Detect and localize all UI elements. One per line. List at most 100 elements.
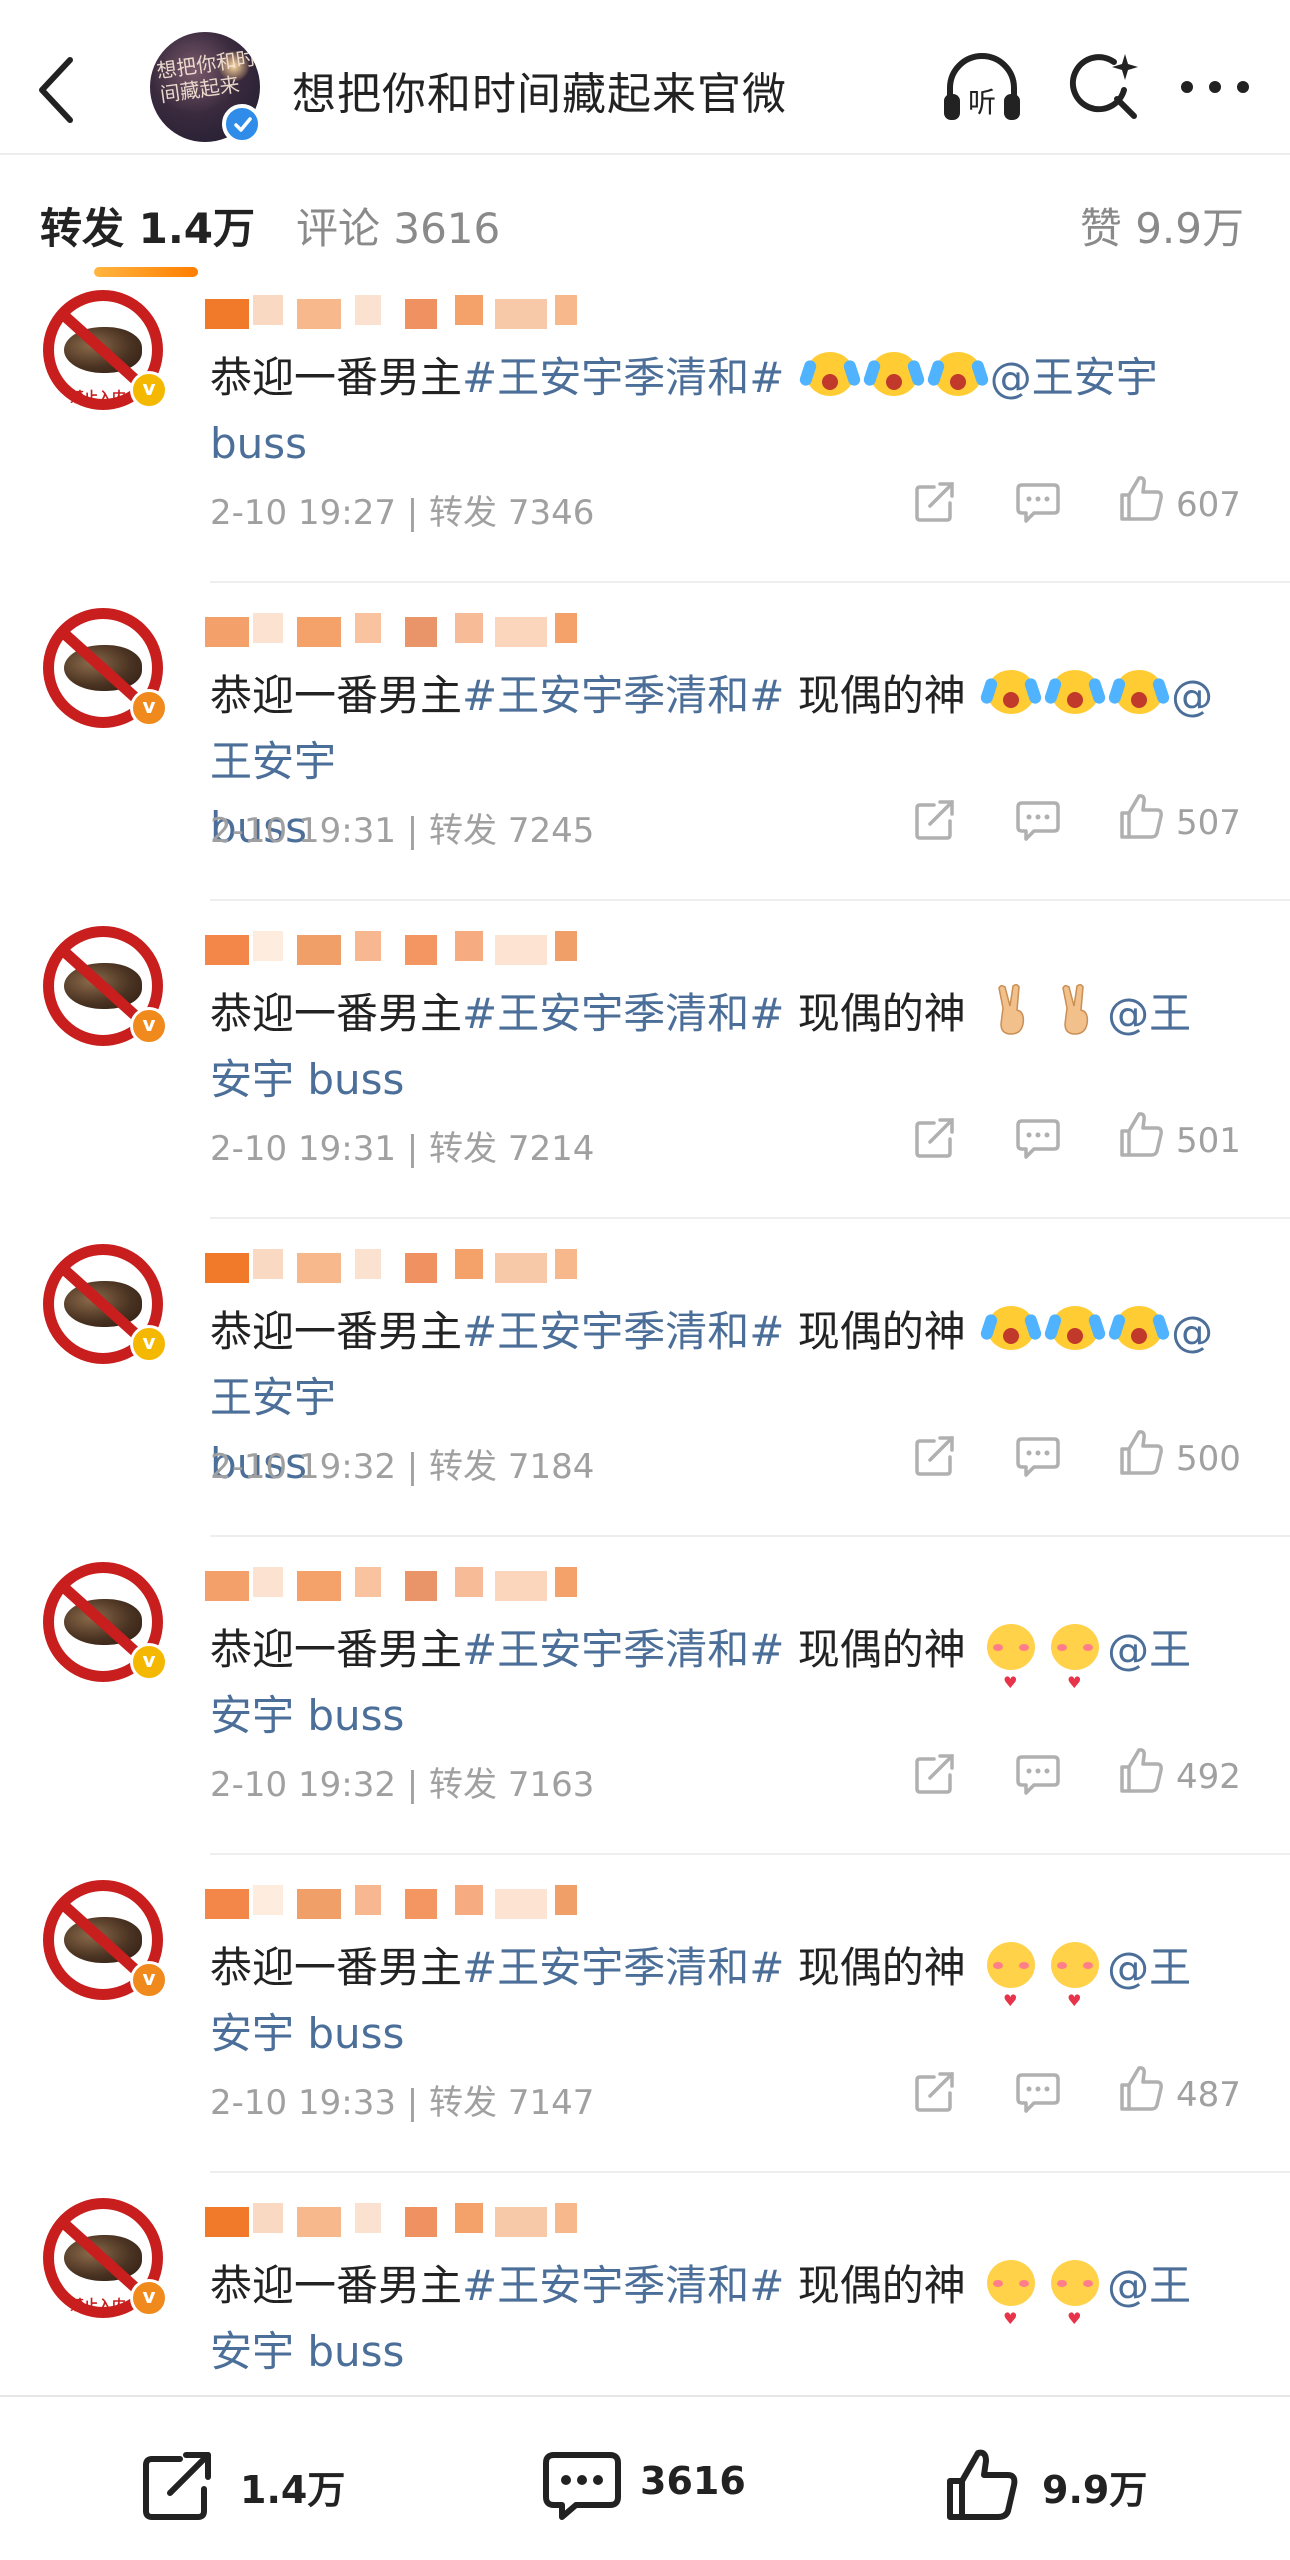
username-mosaic[interactable]: [205, 1565, 605, 1605]
repost-count-label: 转发 7147: [429, 2083, 595, 2123]
like-thumb-icon[interactable]: [1118, 475, 1164, 527]
crying-laughing-emoji-icon: [979, 1300, 1043, 1356]
repost-count-label: 转发 7184: [429, 1447, 595, 1487]
like-thumb-icon[interactable]: [1118, 793, 1164, 845]
share-icon[interactable]: [912, 2069, 958, 2119]
like-thumb-icon[interactable]: [1118, 1747, 1164, 1799]
hashtag-link[interactable]: #王安宇季清和#: [462, 671, 784, 720]
comment-icon[interactable]: [1014, 1753, 1062, 1801]
hashtag-link[interactable]: #王安宇季清和#: [462, 1625, 784, 1674]
like-count: 607: [1176, 485, 1241, 525]
repost-meta: 2-10 19:32 | 转发 7184: [210, 1439, 594, 1488]
hashtag-link[interactable]: #王安宇季清和#: [462, 989, 784, 1038]
repost-time: 2-10 19:33: [210, 2083, 396, 2123]
victory-hand-emoji-icon: [983, 982, 1039, 1038]
mention-link-continued[interactable]: 安宇 buss: [210, 2327, 404, 2376]
comment-icon[interactable]: [1014, 481, 1062, 529]
bottom-like-count: 9.9万: [1042, 2468, 1148, 2512]
repost-item[interactable]: 禁止入内 v 恭迎一番男主#王安宇季清和# @王安宇 buss 2-10 19:27 |…: [0, 285, 1290, 583]
repost-text-suffix: 现偶的神: [784, 2261, 966, 2310]
bottom-like-button[interactable]: 9.9万: [942, 2449, 1202, 2520]
like-thumb-icon[interactable]: [1118, 1111, 1164, 1163]
hashtag-link[interactable]: #王安宇季清和#: [462, 2261, 784, 2310]
bottom-comment-button[interactable]: 3616: [540, 2449, 780, 2520]
comment-icon[interactable]: [1014, 2071, 1062, 2119]
like-thumb-icon[interactable]: [1118, 1429, 1164, 1481]
repost-item[interactable]: v 恭迎一番男主#王安宇季清和# 现偶的神 ♥ ♥ @王 安宇 buss 2-10 19:…: [0, 1537, 1290, 1855]
mention-link-continued[interactable]: buss: [210, 419, 307, 468]
thumbs-up-icon: [947, 2449, 1018, 2520]
meta-separator: |: [395, 493, 430, 533]
repost-text-body: 恭迎一番男主: [210, 671, 463, 720]
meta-separator: |: [395, 1129, 430, 1169]
repost-list[interactable]: 禁止入内 v 恭迎一番男主#王安宇季清和# @王安宇 buss 2-10 19:27 |…: [0, 285, 1290, 2395]
mention-link[interactable]: @王安宇: [990, 353, 1158, 402]
crying-laughing-emoji-icon: [1043, 1300, 1107, 1356]
repost-text-suffix: 现偶的神: [784, 1307, 966, 1356]
hashtag-link[interactable]: #王安宇季清和#: [462, 1307, 784, 1356]
crying-laughing-emoji-icon: [1107, 1300, 1171, 1356]
crying-laughing-emoji-icon: [798, 346, 862, 402]
active-tab-indicator: [94, 267, 198, 277]
username-mosaic[interactable]: [205, 611, 605, 651]
username-mosaic[interactable]: [205, 929, 605, 969]
share-icon[interactable]: [912, 479, 958, 529]
listen-headphones-icon[interactable]: 听: [940, 48, 1024, 128]
mention-link-continued[interactable]: 安宇 buss: [210, 1691, 404, 1740]
repost-text-suffix: 现偶的神: [784, 1625, 966, 1674]
repost-text-body: 恭迎一番男主: [210, 1307, 463, 1356]
username-mosaic[interactable]: [205, 293, 605, 333]
comment-icon[interactable]: [1014, 1117, 1062, 1165]
repost-text-body: 恭迎一番男主: [210, 353, 463, 402]
repost-count-label: 转发 7245: [429, 811, 595, 851]
repost-time: 2-10 19:32: [210, 1765, 396, 1805]
tab-like[interactable]: 赞 9.9万: [1080, 195, 1244, 256]
mention-link[interactable]: @王: [1107, 1943, 1191, 1992]
search-icon[interactable]: [1062, 44, 1142, 124]
vip-badge-icon: v: [130, 689, 168, 727]
share-icon[interactable]: [912, 1751, 958, 1801]
repost-text-suffix: 现偶的神: [784, 1943, 966, 1992]
repost-text-body: 恭迎一番男主: [210, 1943, 463, 1992]
hashtag-link[interactable]: #王安宇季清和#: [462, 353, 784, 402]
tab-comment[interactable]: 评论 3616: [296, 195, 500, 256]
meta-separator: |: [395, 2083, 430, 2123]
like-thumb-icon[interactable]: [1118, 2065, 1164, 2117]
username-mosaic[interactable]: [205, 1247, 605, 1287]
mention-link[interactable]: @王: [1107, 1625, 1191, 1674]
meta-separator: |: [395, 811, 430, 851]
mention-link-continued[interactable]: 安宇 buss: [210, 1055, 404, 1104]
hashtag-link[interactable]: #王安宇季清和#: [462, 1943, 784, 1992]
repost-text: 恭迎一番男主#王安宇季清和# 现偶的神 ♥ ♥ @王 安宇 buss: [210, 1617, 1250, 1749]
comment-icon[interactable]: [1014, 1435, 1062, 1483]
share-icon[interactable]: [912, 1433, 958, 1483]
repost-item[interactable]: v 恭迎一番男主#王安宇季清和# 现偶的神 @王 安宇 buss 2-10 19:31…: [0, 901, 1290, 1219]
comment-icon[interactable]: [1014, 799, 1062, 847]
tab-repost[interactable]: 转发 1.4万: [40, 195, 255, 256]
back-arrow-icon[interactable]: [28, 50, 88, 130]
bottom-repost-count: 1.4万: [240, 2468, 346, 2512]
more-options-icon[interactable]: [1175, 72, 1255, 102]
share-icon[interactable]: [912, 1115, 958, 1165]
crying-laughing-emoji-icon: [926, 346, 990, 402]
victory-hand-emoji-icon: [1047, 982, 1103, 1038]
repost-item[interactable]: 禁止入内 v 恭迎一番男主#王安宇季清和# 现偶的神 ♥ ♥ @王 安宇 buss: [0, 2173, 1290, 2395]
avatar-caption: 禁止入内: [70, 390, 126, 406]
avatar-caption: 禁止入内: [70, 2298, 126, 2314]
repost-item[interactable]: v 恭迎一番男主#王安宇季清和# 现偶的神 ♥ ♥ @王 安宇 buss 2-10 19:…: [0, 1855, 1290, 2173]
share-icon[interactable]: [912, 797, 958, 847]
blushing-heart-emoji-icon: ♥: [983, 2254, 1039, 2328]
repost-item[interactable]: v 恭迎一番男主#王安宇季清和# 现偶的神 @王安宇 buss 2-10 19:32 …: [0, 1219, 1290, 1537]
username-mosaic[interactable]: [205, 1883, 605, 1923]
bottom-comment-count: 3616: [640, 2459, 746, 2503]
repost-item[interactable]: v 恭迎一番男主#王安宇季清和# 现偶的神 @王安宇 buss 2-10 19:31 …: [0, 583, 1290, 901]
mention-link-continued[interactable]: 安宇 buss: [210, 2009, 404, 2058]
mention-link[interactable]: @王: [1107, 989, 1191, 1038]
bottom-repost-button[interactable]: 1.4万: [140, 2449, 380, 2520]
account-title: 想把你和时间藏起来官微: [292, 69, 787, 120]
username-mosaic[interactable]: [205, 2201, 605, 2241]
meta-separator: |: [395, 1765, 430, 1805]
vip-badge-icon: v: [130, 1325, 168, 1363]
mention-link[interactable]: @王: [1107, 2261, 1191, 2310]
repost-text-suffix: 现偶的神: [784, 671, 966, 720]
